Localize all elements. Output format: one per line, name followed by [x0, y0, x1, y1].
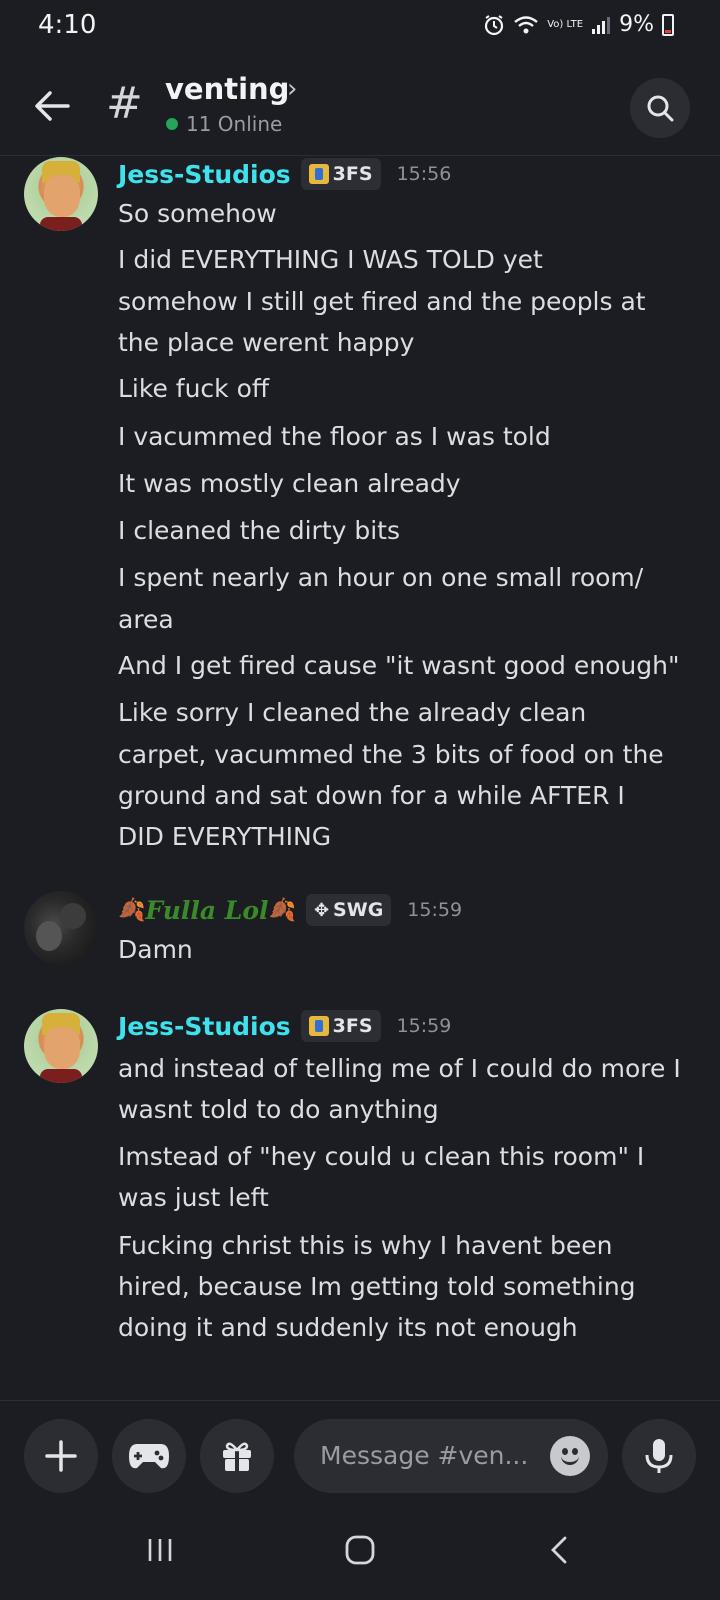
message-header: Jess-Studios 3FS 15:56: [118, 157, 451, 191]
message-line[interactable]: was just left: [118, 1177, 688, 1218]
search-icon: [647, 95, 674, 122]
message-list[interactable]: Jess-Studios 3FS 15:56 So somehow I did …: [0, 157, 720, 1400]
tag-label: SWG: [333, 899, 384, 921]
message-line[interactable]: So somehow: [118, 193, 688, 234]
avatar[interactable]: [24, 157, 98, 231]
voice-button[interactable]: [622, 1419, 696, 1493]
leaf-icon: 🍂: [268, 897, 296, 923]
games-button[interactable]: [112, 1419, 186, 1493]
emoji-icon[interactable]: [550, 1436, 590, 1476]
message-line[interactable]: hired, because Im getting told something: [118, 1266, 688, 1307]
back-arrow-icon[interactable]: [30, 84, 74, 128]
message-line[interactable]: and instead of telling me of I could do …: [118, 1048, 708, 1089]
gift-button[interactable]: [200, 1419, 274, 1493]
message-line[interactable]: Like fuck off: [118, 368, 688, 409]
gift-icon: [223, 1442, 251, 1471]
alarm-icon: [485, 14, 504, 35]
message-line[interactable]: I did EVERYTHING I WAS TOLD yet: [118, 239, 688, 280]
avatar[interactable]: [24, 1009, 98, 1083]
online-dot-icon: [166, 118, 178, 130]
search-button[interactable]: [630, 78, 690, 138]
timestamp: 15:59: [407, 899, 463, 921]
channel-header: # venting › 11 Online: [0, 60, 720, 156]
tag-badge-icon: [308, 164, 329, 184]
message-line[interactable]: carpet, vacummed the 3 bits of food on t…: [118, 734, 688, 775]
message-line[interactable]: Fucking christ this is why I havent been: [118, 1225, 688, 1266]
tag-label: 3FS: [332, 163, 373, 185]
message-input[interactable]: Message #ven...: [294, 1419, 608, 1493]
author-name[interactable]: Jess-Studios: [118, 1012, 291, 1041]
message-line[interactable]: And I get fired cause "it wasnt good eno…: [118, 645, 708, 686]
battery-icon: [662, 13, 674, 36]
message-header: Jess-Studios 3FS 15:59: [118, 1009, 451, 1043]
avatar[interactable]: [24, 891, 98, 965]
network-type: Vo) LTE: [547, 18, 584, 30]
add-button[interactable]: [24, 1419, 98, 1493]
message-line[interactable]: I vacummed the floor as I was told: [118, 416, 688, 457]
message-line[interactable]: It was mostly clean already: [118, 463, 688, 504]
server-tag[interactable]: ✥ SWG: [305, 894, 392, 926]
home-icon[interactable]: [340, 1530, 380, 1570]
author-name[interactable]: Jess-Studios: [118, 160, 291, 189]
clock: 4:10: [38, 10, 97, 40]
message-placeholder: Message #ven...: [320, 1441, 529, 1470]
wifi-icon: [514, 15, 538, 33]
message-line[interactable]: somehow I still get fired and the peopls…: [118, 281, 688, 322]
message-line[interactable]: the place werent happy: [118, 322, 688, 363]
author-name[interactable]: Fulla Lol: [145, 896, 268, 925]
message-line[interactable]: Imstead of "hey could u clean this room"…: [118, 1136, 688, 1177]
online-count: 11 Online: [186, 112, 283, 136]
message-line[interactable]: Damn: [118, 929, 688, 970]
plus-icon: [45, 1440, 77, 1472]
message-line[interactable]: wasnt told to do anything: [118, 1089, 688, 1130]
chevron-right-icon[interactable]: ›: [287, 74, 297, 104]
message-header: 🍂 Fulla Lol 🍂 ✥ SWG 15:59: [118, 893, 462, 927]
channel-name[interactable]: venting: [165, 72, 289, 106]
message-line[interactable]: doing it and suddenly its not enough: [118, 1307, 688, 1348]
timestamp: 15:56: [396, 163, 452, 185]
message-line[interactable]: area: [118, 599, 688, 640]
server-tag[interactable]: 3FS: [300, 1010, 381, 1042]
message-line[interactable]: ground and sat down for a while AFTER I: [118, 775, 688, 816]
system-back-icon[interactable]: [540, 1530, 580, 1570]
leaf-icon: 🍂: [118, 897, 146, 923]
system-nav-bar: [0, 1500, 720, 1600]
channel-hash-icon: #: [106, 78, 143, 129]
message-line[interactable]: I spent nearly an hour on one small room…: [118, 557, 688, 598]
online-status: 11 Online: [166, 112, 282, 136]
signal-icon: [592, 16, 611, 34]
message-line[interactable]: DID EVERYTHING: [118, 816, 688, 857]
timestamp: 15:59: [396, 1015, 452, 1037]
server-tag[interactable]: 3FS: [300, 158, 381, 190]
tag-badge-icon: [308, 1016, 329, 1036]
tag-badge-icon: ✥: [313, 899, 330, 921]
tag-label: 3FS: [332, 1015, 373, 1037]
microphone-icon: [645, 1439, 673, 1473]
message-composer: Message #ven...: [0, 1400, 720, 1500]
status-bar: 4:10 Vo) LTE 9%: [0, 0, 720, 56]
recent-apps-icon[interactable]: [140, 1530, 180, 1570]
message-line[interactable]: Like sorry I cleaned the already clean: [118, 692, 688, 733]
status-icons: Vo) LTE 9%: [483, 12, 674, 37]
battery-percent: 9%: [619, 12, 654, 37]
message-line[interactable]: I cleaned the dirty bits: [118, 510, 688, 551]
gamepad-icon: [129, 1444, 169, 1469]
